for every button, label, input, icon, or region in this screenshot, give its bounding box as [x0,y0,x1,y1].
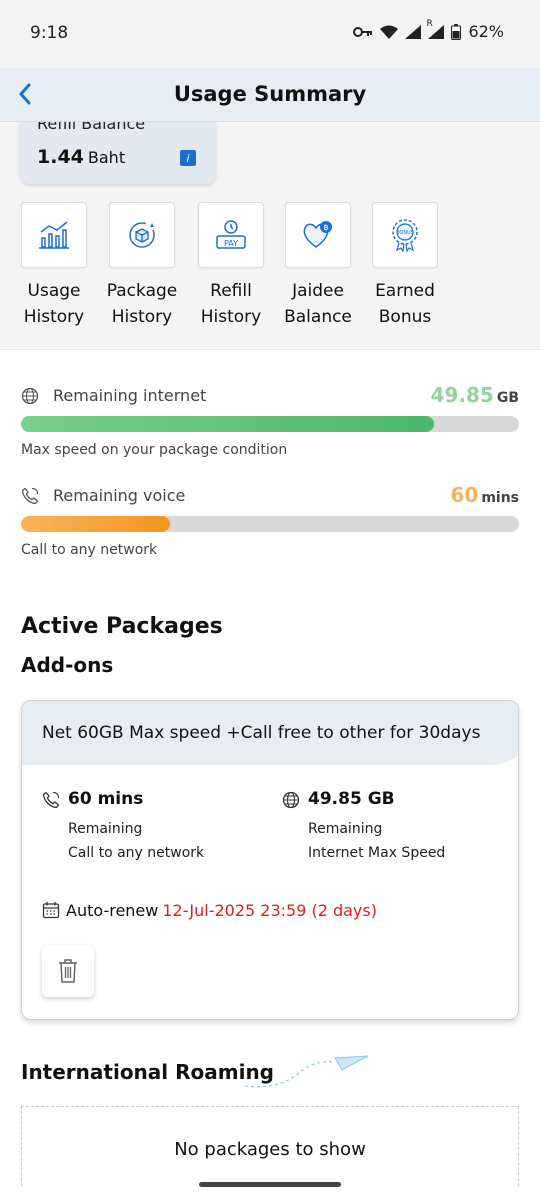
usage-chart-icon [21,202,87,268]
svg-text:PAY: PAY [224,239,238,248]
refill-pay-icon: PAY [198,202,264,268]
quick-action-label: Earned Bonus [375,281,435,327]
auto-renew-label: Auto-renew [66,901,159,920]
package-voice-desc: Call to any network [68,845,205,861]
remaining-voice-label: Remaining voice [53,486,186,505]
svg-text:BONUS: BONUS [396,230,414,236]
internet-progress-bar [21,416,519,432]
remaining-internet-value: 49.85 GB [431,383,519,407]
package-data-remaining: Remaining [308,821,383,837]
signal-icon [405,24,422,39]
refill-amount-unit: Baht [87,148,126,167]
internet-value-number: 49.85 [430,383,494,407]
internet-note: Max speed on your package condition [21,442,288,458]
quick-action-refill-history[interactable]: PAY Refill History [198,202,264,327]
bonus-badge-icon: BONUS [372,202,438,268]
quick-action-package-history[interactable]: Package History [107,202,177,327]
calendar-icon [42,901,60,923]
voice-progress-fill [21,516,171,532]
quick-action-earned-bonus[interactable]: BONUS Earned Bonus [372,202,438,327]
quick-action-usage-history[interactable]: Usage History [21,202,87,327]
battery-percent: 62% [468,22,504,41]
quick-action-label: Usage History [23,281,85,327]
remaining-voice-value: 60 mins [450,483,519,507]
roaming-signal-icon: R [426,19,445,39]
remaining-internet-label: Remaining internet [53,386,207,405]
refill-balance-label: Refill Balance [37,122,146,133]
package-card[interactable]: Net 60GB Max speed +Call free to other f… [21,700,519,1020]
quick-action-label: Jaidee Balance [284,281,352,327]
package-history-icon [109,202,175,268]
gesture-nav-bar[interactable] [199,1182,341,1187]
internet-progress-fill [21,416,435,432]
international-roaming-title: International Roaming [21,1060,274,1084]
package-data-desc: Internet Max Speed [308,845,446,861]
wifi-icon [380,25,399,39]
status-icons: R 62% [353,19,504,41]
package-voice-remaining: Remaining [68,821,143,837]
status-time: 9:18 [30,23,69,43]
refill-balance-amount: 1.44 Baht [37,146,125,168]
remaining-voice: Remaining voice 60 mins Call to any netwo… [21,483,519,558]
package-name: Net 60GB Max speed +Call free to other f… [42,723,481,743]
refill-amount-value: 1.44 [37,146,84,168]
voice-progress-bar [21,516,519,532]
refill-balance-card[interactable]: Refill Balance 1.44 Baht i [20,122,216,184]
package-card-header: Net 60GB Max speed +Call free to other f… [22,701,518,769]
auto-renew-date: 12-Jul-2025 23:59 (2 days) [162,901,377,920]
paper-plane-icon [240,1050,370,1094]
remaining-internet: Remaining internet 49.85 GB Max speed on … [21,383,519,458]
auto-renew: Auto-renew 12-Jul-2025 23:59 (2 days) [42,901,377,923]
globe-icon [21,387,39,409]
package-voice-value: 60 mins [68,789,144,809]
internet-value-unit: GB [496,390,519,406]
quick-action-label: Refill History [200,281,262,327]
active-packages-title: Active Packages [21,614,223,639]
app-header: Usage Summary [0,68,540,122]
status-bar: 9:18 R 62% [0,0,540,68]
header-wave [22,755,518,769]
voice-value-unit: mins [481,490,519,506]
voice-note: Call to any network [21,542,158,558]
quick-action-label: Package History [106,281,178,327]
package-data-value: 49.85 GB [308,789,395,809]
phone-icon [21,487,39,509]
add-ons-title: Add-ons [21,653,114,677]
no-packages-message: No packages to show [174,1139,366,1160]
roaming-badge: R [426,18,433,29]
trash-icon [59,959,77,983]
info-icon[interactable]: i [180,150,196,166]
globe-icon [282,791,300,813]
voice-value-number: 60 [450,483,479,507]
battery-icon [451,23,462,40]
roaming-empty-box: No packages to show [21,1106,519,1186]
vpn-key-icon [353,26,373,38]
summary-panel: Refill Balance 1.44 Baht i Usage History … [0,122,540,350]
svg-text:฿: ฿ [323,223,328,232]
phone-icon [42,791,60,813]
quick-action-jaidee-balance[interactable]: ฿ Jaidee Balance [284,202,352,327]
delete-package-button[interactable] [42,945,94,997]
jaidee-heart-icon: ฿ [285,202,351,268]
page-title: Usage Summary [173,82,367,106]
